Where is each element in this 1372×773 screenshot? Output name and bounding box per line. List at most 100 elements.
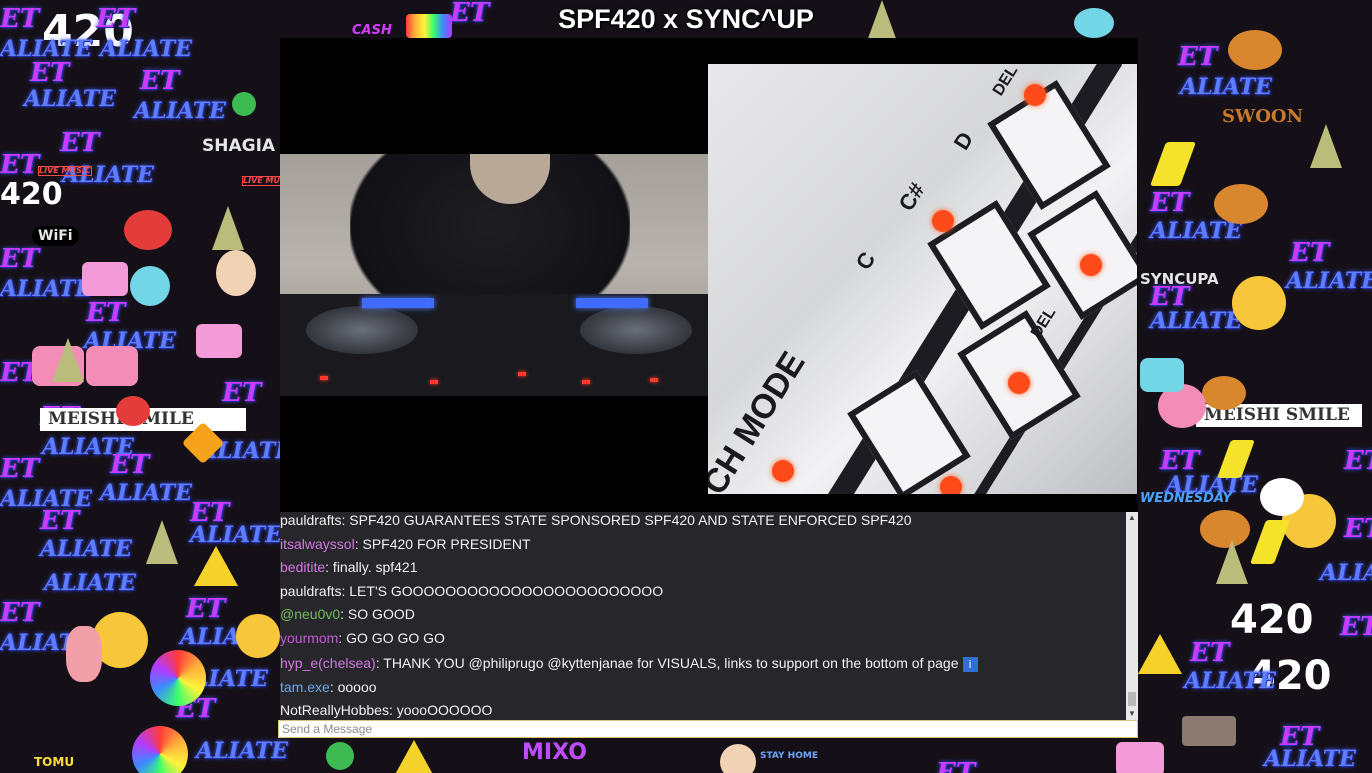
sticker-stay-home: STAY HOME [760, 751, 818, 761]
sticker-aliate: ALIATE [1264, 746, 1356, 772]
key-light [932, 210, 954, 232]
sticker-et: ET [110, 450, 150, 480]
chat-message: beditite: finally. spf421 [280, 559, 1120, 575]
chat-messages[interactable]: pauldrafts: SPF420 GUARANTEES STATE SPON… [280, 512, 1126, 720]
sticker-aliate: ALIATE [134, 98, 226, 124]
chat-input[interactable] [278, 720, 1138, 738]
scroll-down-arrow-icon[interactable]: ▼ [1126, 708, 1138, 720]
chat-text: : ooooo [329, 679, 377, 695]
stream-player[interactable]: C C# D DEL DEL CH MODE [280, 38, 1138, 520]
chat-username[interactable]: pauldrafts [280, 583, 341, 599]
chat-text: : SPF420 FOR PRESIDENT [354, 536, 531, 552]
sticker-et: ET [1160, 446, 1200, 476]
hello-kitty-sticker [1260, 478, 1304, 516]
key-light [1080, 254, 1102, 276]
rainbow-sticker [150, 650, 206, 706]
sticker-et: ET [40, 506, 80, 536]
face-sticker [66, 626, 102, 682]
chat-username[interactable]: tam.exe [280, 679, 330, 695]
chat-username[interactable]: hyp_e(chelsea) [280, 655, 376, 671]
sticker-aliate: ALIATE [40, 536, 132, 562]
chat-message: NotReallyHobbes: yoooOOOOOO [280, 702, 1120, 718]
bear-sticker [1214, 184, 1268, 224]
warning-sticker [1138, 634, 1182, 674]
sticker-et: ET [222, 378, 262, 408]
sticker-et: ET [1190, 638, 1230, 668]
sticker-aliate: ALIATE [1286, 268, 1372, 294]
face-sticker [1232, 276, 1286, 330]
pink-sticker [196, 324, 242, 358]
chat-username[interactable]: @neu0v0 [280, 606, 340, 622]
sticker-et: ET [0, 150, 40, 180]
sticker-et: ET [0, 244, 40, 274]
chat-text: : SPF420 GUARANTEES STATE SPONSORED SPF4… [341, 512, 912, 528]
sticker-aliate: ALIATE [1180, 74, 1272, 100]
lightning-sticker [1249, 520, 1291, 564]
key-light [772, 460, 794, 482]
pink-sticker [82, 262, 128, 296]
sticker-et: ET [1150, 188, 1190, 218]
chat-username[interactable]: itsalwayssol [280, 536, 355, 552]
face-sticker [720, 744, 756, 773]
sticker-aliate: ALIATE [196, 738, 288, 764]
gnome-sticker [146, 520, 178, 564]
key-label-c: C [850, 247, 881, 275]
pad-lights-right [576, 298, 648, 308]
spinner-sticker [326, 742, 354, 770]
scrollbar-thumb[interactable] [1128, 692, 1136, 706]
warning-sticker [392, 740, 436, 773]
sticker-wifi: WiFi [32, 226, 79, 246]
heart-sticker [124, 210, 172, 250]
controller-led [582, 380, 590, 384]
chat-message: itsalwayssol: SPF420 FOR PRESIDENT [280, 536, 1120, 552]
scroll-up-arrow-icon[interactable]: ▲ [1126, 512, 1138, 524]
jog-wheel-right [580, 306, 692, 354]
controller-led [430, 380, 438, 384]
sticker-et: ET [86, 298, 126, 328]
sticker-aliate: ALIATE [1320, 560, 1372, 586]
sticker-aliate: ALIATE [0, 276, 92, 302]
spinner-sticker [232, 92, 256, 116]
sticker-420: 420 [0, 177, 63, 212]
sticker-aliate: ALIATE [100, 36, 192, 62]
warning-sticker [194, 546, 238, 586]
keyboard-key [1027, 190, 1137, 320]
chat-username[interactable]: pauldrafts [280, 512, 341, 528]
sticker-aliate: ALIATE [100, 480, 192, 506]
sticker-et: ET [0, 598, 40, 628]
gnome-sticker [1310, 124, 1342, 168]
chat-message: pauldrafts: LET'S GOOOOOOOOOOOOOOOOOOOOO… [280, 583, 1120, 599]
laptop-sticker [1182, 716, 1236, 746]
sticker-aliate: ALIATE [0, 36, 92, 62]
controller-led [320, 376, 328, 380]
sticker-et: ET [936, 758, 976, 773]
chat-message: @neu0v0: SO GOOD [280, 606, 1120, 622]
gnome-sticker [52, 338, 84, 382]
bear-sticker [1228, 30, 1282, 70]
dj-camera-feed [280, 154, 708, 396]
keyboard-camera-feed: C C# D DEL DEL CH MODE [708, 64, 1137, 494]
chat-username[interactable]: yourmom [280, 630, 338, 646]
face-sticker [236, 614, 280, 658]
sticker-swoon: SWOON [1222, 106, 1304, 127]
face-sticker [130, 266, 170, 306]
pink-sticker [1116, 742, 1164, 773]
chat-username[interactable]: NotReallyHobbes [280, 702, 389, 718]
sticker-aliate: ALIATE [24, 86, 116, 112]
sticker-et: ET [1344, 446, 1372, 476]
key-light [1008, 372, 1030, 394]
sticker-mixo: MIXO [522, 740, 587, 765]
sticker-et: ET [1150, 282, 1190, 312]
sticker-tomu: TOMU [34, 755, 75, 769]
cat-sticker [1140, 358, 1184, 392]
sticker-aliate: ALIATE [44, 570, 136, 596]
chat-username[interactable]: beditite [280, 559, 325, 575]
sticker-aliate: ALIATE [1150, 218, 1242, 244]
sticker-aliate: ALIATE [190, 522, 282, 548]
chat-scrollbar[interactable]: ▲ ▼ [1126, 512, 1138, 720]
sticker-wednesday: WEDNESDAY [1140, 491, 1232, 506]
key-light [1024, 84, 1046, 106]
key-light [940, 476, 962, 494]
bear-sticker [1202, 376, 1246, 410]
chat-text: : finally. spf421 [325, 559, 418, 575]
